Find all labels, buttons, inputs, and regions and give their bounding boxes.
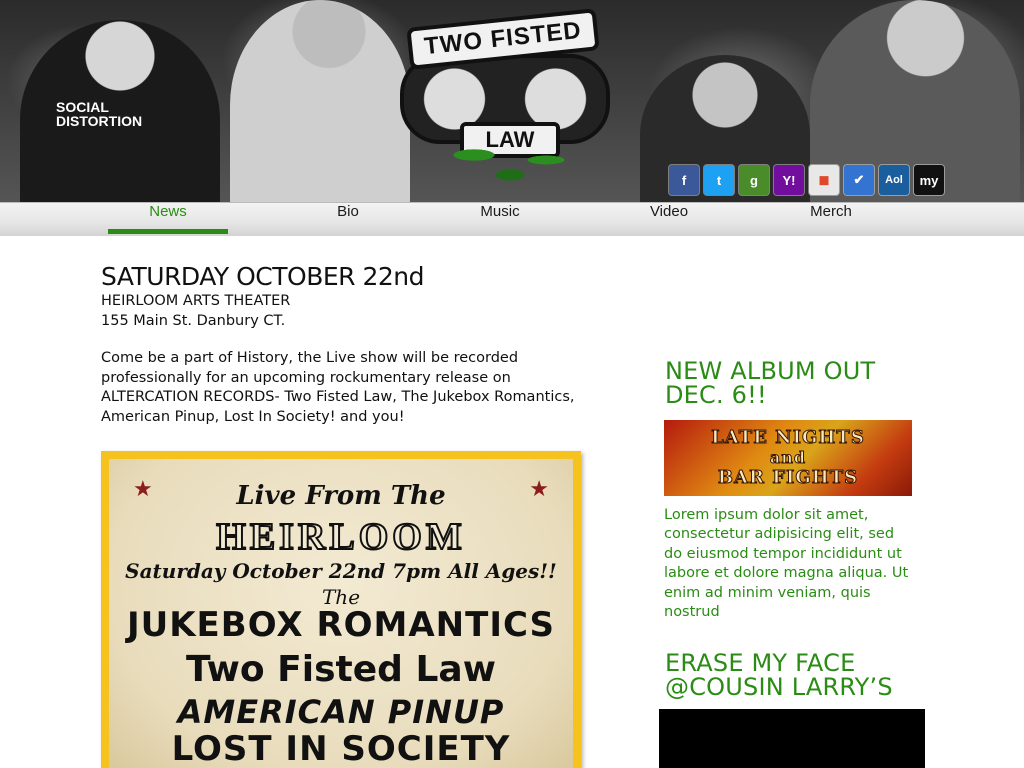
event-description: Come be a part of History, the Live show… bbox=[101, 350, 575, 425]
twitter-icon[interactable]: t bbox=[704, 165, 734, 195]
poster-line-6: Two Fisted Law bbox=[186, 649, 496, 690]
event-title: SATURDAY OCTOBER 22nd bbox=[101, 262, 425, 291]
poster-line-3: Saturday October 22nd 7pm All Ages!! bbox=[125, 559, 557, 583]
nav-item-merch[interactable]: Merch bbox=[781, 203, 881, 231]
poster-line-2: HEIRLOOM bbox=[215, 515, 466, 559]
poster-line-5: JUKEBOX ROMANTICS bbox=[126, 605, 556, 645]
delicious-icon[interactable]: ✔ bbox=[844, 165, 874, 195]
nav-item-bio[interactable]: Bio bbox=[298, 203, 398, 231]
aol-icon[interactable]: Aol bbox=[879, 165, 909, 195]
myspace-icon[interactable]: my bbox=[914, 165, 944, 195]
shirt-text: SOCIAL DISTORTION bbox=[56, 99, 143, 129]
poster-line-7: AMERICAN PINUP bbox=[177, 693, 505, 731]
nav-item-music[interactable]: Music bbox=[450, 203, 550, 231]
yahoo-icon[interactable]: Y! bbox=[774, 165, 804, 195]
poster-line-8: LOST IN SOCIETY bbox=[171, 729, 511, 768]
poster-paper: ★ ★ Live From The HEIRLOOM Saturday Octo… bbox=[109, 459, 573, 768]
nav-item-news[interactable]: News bbox=[108, 203, 228, 231]
album-cover-line-3: BAR FIGHTS bbox=[717, 467, 859, 488]
windows-live-icon[interactable]: ◼ bbox=[809, 165, 839, 195]
social-links: f t g Y! ◼ ✔ Aol my bbox=[669, 165, 944, 195]
nav-active-indicator bbox=[108, 229, 228, 234]
album-description: Lorem ipsum dolor sit amet, consectetur … bbox=[664, 507, 909, 621]
poster-line-1: Live From The bbox=[236, 481, 446, 511]
green-splat-icon bbox=[420, 140, 600, 190]
album-heading-line-2: DEC. 6!! bbox=[665, 381, 767, 409]
band-logo[interactable]: TWO FISTED LAW bbox=[380, 8, 630, 190]
news-post: SATURDAY OCTOBER 22nd HEIRLOOM ARTS THEA… bbox=[101, 262, 601, 427]
video-heading-line-2: @COUSIN LARRY’S bbox=[665, 673, 893, 701]
nav-item-video[interactable]: Video bbox=[619, 203, 719, 231]
video-heading: ERASE MY FACE @COUSIN LARRY’S bbox=[665, 651, 925, 699]
album-cover-line-1: LATE NIGHTS bbox=[711, 427, 865, 448]
album-heading: NEW ALBUM OUT DEC. 6!! bbox=[665, 359, 925, 407]
google-icon[interactable]: g bbox=[739, 165, 769, 195]
video-heading-line-1: ERASE MY FACE bbox=[665, 649, 856, 677]
header-banner: SOCIAL DISTORTION TWO FISTED LAW f t g Y… bbox=[0, 0, 1024, 202]
album-cover-line-2: and bbox=[769, 448, 807, 468]
event-poster[interactable]: ★ ★ Live From The HEIRLOOM Saturday Octo… bbox=[101, 451, 581, 768]
album-heading-line-1: NEW ALBUM OUT bbox=[665, 357, 876, 385]
album-cover[interactable]: LATE NIGHTS and BAR FIGHTS bbox=[664, 420, 912, 496]
event-address: 155 Main St. Danbury CT. bbox=[101, 313, 286, 329]
event-venue: HEIRLOOM ARTS THEATER bbox=[101, 293, 291, 309]
video-player[interactable] bbox=[659, 709, 925, 768]
facebook-icon[interactable]: f bbox=[669, 165, 699, 195]
